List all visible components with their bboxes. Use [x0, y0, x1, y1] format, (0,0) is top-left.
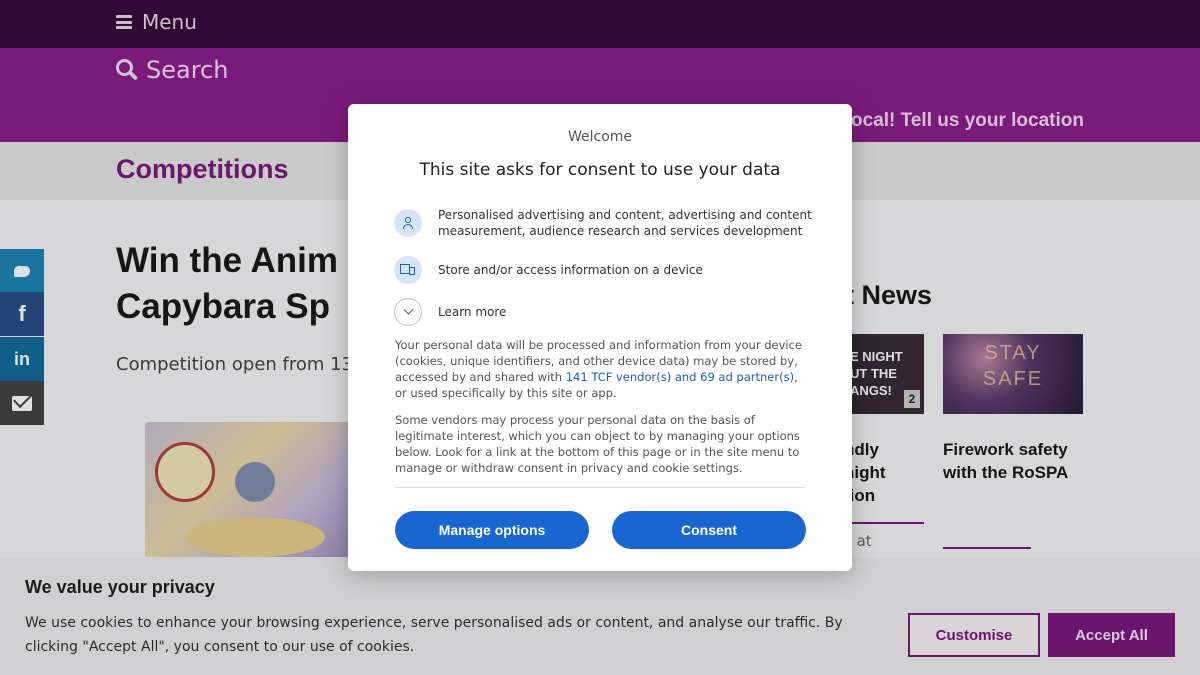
learn-more-toggle[interactable]: Learn more [394, 298, 818, 326]
device-icon [394, 256, 422, 284]
person-icon [394, 209, 422, 237]
purpose-text: Store and/or access information on a dev… [438, 263, 703, 277]
dialog-paragraph: Some vendors may process your personal d… [395, 413, 800, 475]
dialog-welcome: Welcome [567, 129, 633, 145]
consent-dialog: Welcome This site asks for consent to us… [348, 104, 852, 571]
purpose-personalised-ads: Personalised advertising and content, ad… [394, 207, 818, 239]
learn-more-label[interactable]: Learn more [438, 304, 818, 320]
chevron-down-icon[interactable] [394, 298, 422, 326]
purpose-text: Personalised advertising and content, ad… [438, 208, 812, 238]
consent-button[interactable]: Consent [612, 511, 806, 549]
vendors-link[interactable]: 141 TCF vendor(s) and 69 ad partner(s) [566, 370, 794, 384]
dialog-paragraph: Your personal data will be processed and… [395, 337, 807, 401]
manage-options-button[interactable]: Manage options [395, 511, 589, 549]
dialog-heading: This site asks for consent to use your d… [419, 160, 781, 180]
divider [395, 487, 805, 488]
purpose-device-storage: Store and/or access information on a dev… [394, 256, 818, 284]
